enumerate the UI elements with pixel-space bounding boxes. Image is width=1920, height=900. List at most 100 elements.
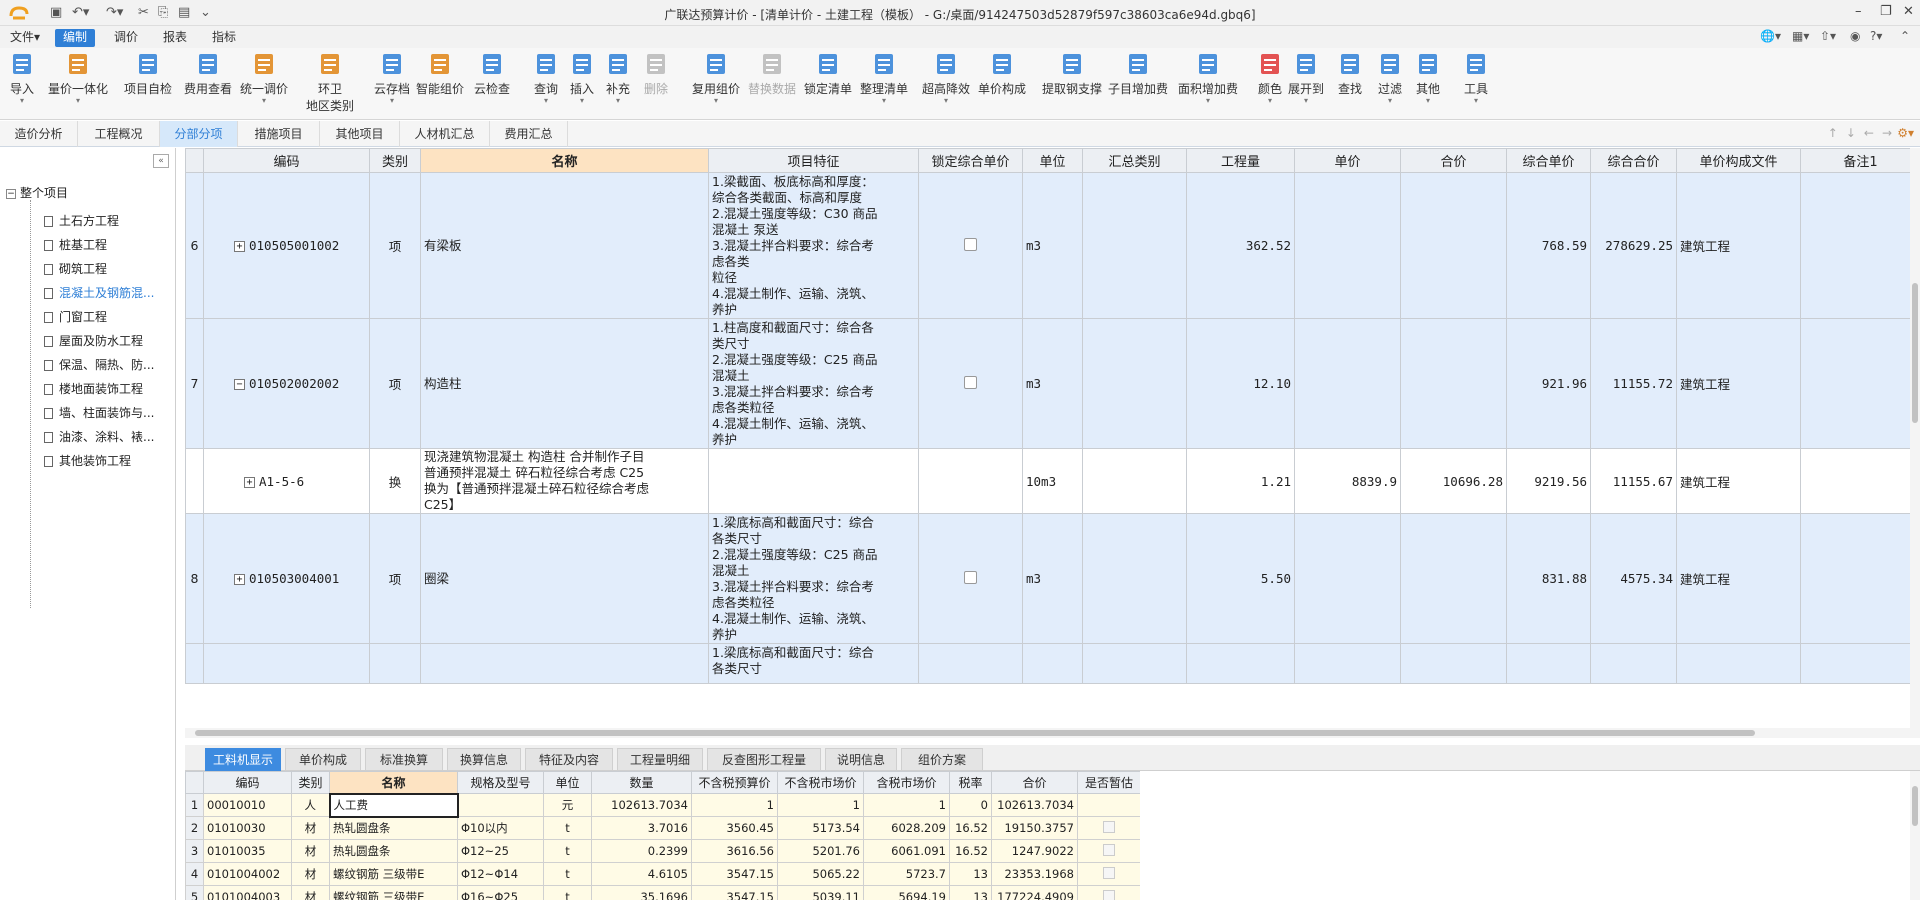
column-header[interactable]: 汇总类别 <box>1082 148 1187 173</box>
cell[interactable]: t <box>543 885 592 900</box>
ribbon-button-6[interactable]: 环卫 地区类别 <box>299 52 361 114</box>
question-icon[interactable]: ?▾ <box>1870 29 1882 43</box>
cell[interactable]: t <box>543 816 592 840</box>
ribbon-button-20[interactable]: 提取钢支撑 <box>1040 52 1104 97</box>
help-circle-icon[interactable]: ◉ <box>1850 29 1860 43</box>
detail-tab[interactable]: 标准换算 <box>365 748 443 771</box>
tree-node[interactable]: 土石方工程 <box>44 212 119 229</box>
cell[interactable]: 5039.11 <box>777 885 864 900</box>
menu-adjust[interactable]: 调价 <box>106 29 146 47</box>
column-header[interactable]: 是否暂估 <box>1077 771 1140 794</box>
chevron-down-icon[interactable]: ▾ <box>1411 97 1445 105</box>
chevron-down-icon[interactable]: ▾ <box>1176 97 1240 105</box>
tree-node[interactable]: 保温、隔热、防... <box>44 356 154 373</box>
cell[interactable]: 螺纹钢筋 三级带E <box>329 862 458 886</box>
scroll-thumb[interactable] <box>195 730 1755 736</box>
cell[interactable]: 1 <box>777 793 864 817</box>
table-row[interactable]: 5 0101004003 材螺纹钢筋 三级带E Φ16~Φ25 t 35.1696 3547… <box>185 885 1140 900</box>
settings-icon[interactable]: ⚙▾ <box>1897 126 1914 140</box>
ribbon-button-14[interactable]: 复用组价 ▾ <box>690 52 742 105</box>
column-header[interactable]: 类别 <box>291 771 330 794</box>
expand-toggle-icon[interactable]: + <box>244 476 255 488</box>
item-name[interactable]: 现浇建筑物混凝土 构造柱 合并制作子目 普通预拌混凝土 碎石粒径综合考虑 C25… <box>420 448 709 514</box>
restore-icon[interactable]: ❐ <box>1880 4 1892 19</box>
cell[interactable]: 5694.19 <box>863 885 950 900</box>
cell[interactable]: 1247.9022 <box>991 839 1078 863</box>
column-header[interactable]: 数量 <box>591 771 692 794</box>
cell[interactable]: 1 <box>691 793 778 817</box>
table-row[interactable]: 1 00010010 人人工费元 102613.7034 1 1 1 0 102613.7034 <box>185 792 1140 818</box>
tree-node[interactable]: 屋面及防水工程 <box>44 332 143 349</box>
chevron-down-icon[interactable]: ▾ <box>237 97 291 105</box>
ribbon-button-17[interactable]: 整理清单 ▾ <box>858 52 910 105</box>
tree-toggle-icon[interactable]: − <box>6 188 16 199</box>
cell[interactable]: 13 <box>949 862 992 886</box>
grid-horizontal-scrollbar[interactable] <box>185 728 1920 738</box>
cell[interactable]: Φ16~Φ25 <box>457 885 544 900</box>
chevron-down-icon[interactable]: ▾ <box>47 97 109 105</box>
item-feature[interactable] <box>708 448 919 514</box>
cell[interactable]: 5723.7 <box>863 862 950 886</box>
table-row[interactable]: + A1-5-6 换现浇建筑物混凝土 构造柱 合并制作子目 普通预拌混凝土 碎石粒径… <box>185 448 1920 514</box>
chevron-down-icon[interactable]: ▾ <box>690 97 742 105</box>
expand-toggle-icon[interactable]: − <box>234 379 245 390</box>
ribbon-button-24[interactable]: 展开到 ▾ <box>1285 52 1327 105</box>
ribbon-button-2[interactable]: 量价一体化 ▾ <box>47 52 109 105</box>
tab-measures[interactable]: 措施项目 <box>238 121 320 147</box>
detail-tab[interactable]: 工程量明细 <box>617 748 703 771</box>
column-header[interactable]: 税率 <box>949 771 992 794</box>
cell[interactable]: 材 <box>291 839 330 863</box>
column-header[interactable]: 工程量 <box>1186 148 1295 173</box>
estimate-checkbox[interactable] <box>1103 866 1115 879</box>
estimate-checkbox[interactable] <box>1103 889 1115 900</box>
column-header[interactable]: 单位 <box>543 771 592 794</box>
cell[interactable]: 元 <box>543 793 592 817</box>
item-quantity[interactable]: 1.21 <box>1186 448 1295 514</box>
item-code[interactable] <box>203 643 370 684</box>
chevron-down-icon[interactable]: ▾ <box>7 97 37 105</box>
column-header[interactable]: 类别 <box>369 148 421 173</box>
cell[interactable]: 00010010 <box>203 793 292 817</box>
expand-toggle-icon[interactable]: + <box>234 574 245 585</box>
ribbon-collapse-icon[interactable]: ⌃ <box>1900 29 1910 43</box>
cell[interactable]: 材 <box>291 862 330 886</box>
chevron-down-icon[interactable]: ▾ <box>1285 97 1327 105</box>
lock-price-cell[interactable] <box>918 318 1023 449</box>
lock-price-cell[interactable] <box>918 172 1023 319</box>
chevron-down-icon[interactable]: ▾ <box>529 97 563 105</box>
cell[interactable] <box>457 793 544 817</box>
item-quantity[interactable]: 362.52 <box>1186 172 1295 319</box>
ribbon-button-15[interactable]: 替换数据 <box>746 52 798 97</box>
cell[interactable]: 螺纹钢筋 三级带E <box>329 885 458 900</box>
column-header[interactable]: 合价 <box>1400 148 1507 173</box>
tree-node[interactable]: 楼地面装饰工程 <box>44 380 143 397</box>
cell[interactable]: 102613.7034 <box>991 793 1078 817</box>
detail-vertical-scrollbar[interactable] <box>1910 771 1920 900</box>
item-remark[interactable] <box>1800 448 1920 514</box>
ribbon-button-1[interactable]: 导入 ▾ <box>7 52 37 105</box>
row-move-icons[interactable]: ↑↓←→ <box>1828 126 1900 140</box>
item-code[interactable]: −010502002002 <box>203 318 370 449</box>
item-code[interactable]: +010505001002 <box>203 172 370 319</box>
cell[interactable] <box>1077 862 1140 886</box>
cell[interactable]: 热轧圆盘条 <box>329 839 458 863</box>
lock-checkbox[interactable] <box>964 375 977 389</box>
chevron-down-icon[interactable]: ▾ <box>920 97 972 105</box>
cell[interactable]: 5065.22 <box>777 862 864 886</box>
ribbon-button-21[interactable]: 子目增加费 <box>1107 52 1169 97</box>
cell[interactable]: 4.6105 <box>591 862 692 886</box>
item-name[interactable]: 有梁板 <box>420 172 709 319</box>
cell[interactable]: 1 <box>863 793 950 817</box>
cell[interactable]: 177224.4909 <box>991 885 1078 900</box>
cell[interactable]: 热轧圆盘条 <box>329 816 458 840</box>
item-feature[interactable]: 1.柱高度和截面尺寸：综合各 类尺寸 2.混凝土强度等级：C25 商品 混凝土 … <box>708 318 919 449</box>
item-price-file[interactable]: 建筑工程 <box>1676 318 1801 449</box>
ribbon-button-7[interactable]: 云存档 ▾ <box>371 52 413 105</box>
cell[interactable] <box>1077 839 1140 863</box>
table-row[interactable]: 1.梁底标高和截面尺寸：综合 各类尺寸 <box>185 643 1920 684</box>
table-row[interactable]: 4 0101004002 材螺纹钢筋 三级带E Φ12~Φ14 t 4.6105 3547.… <box>185 862 1140 886</box>
cell[interactable]: 13 <box>949 885 992 900</box>
cell[interactable]: 19150.3757 <box>991 816 1078 840</box>
item-remark[interactable] <box>1800 643 1920 684</box>
ribbon-button-8[interactable]: 智能组价 <box>414 52 466 97</box>
